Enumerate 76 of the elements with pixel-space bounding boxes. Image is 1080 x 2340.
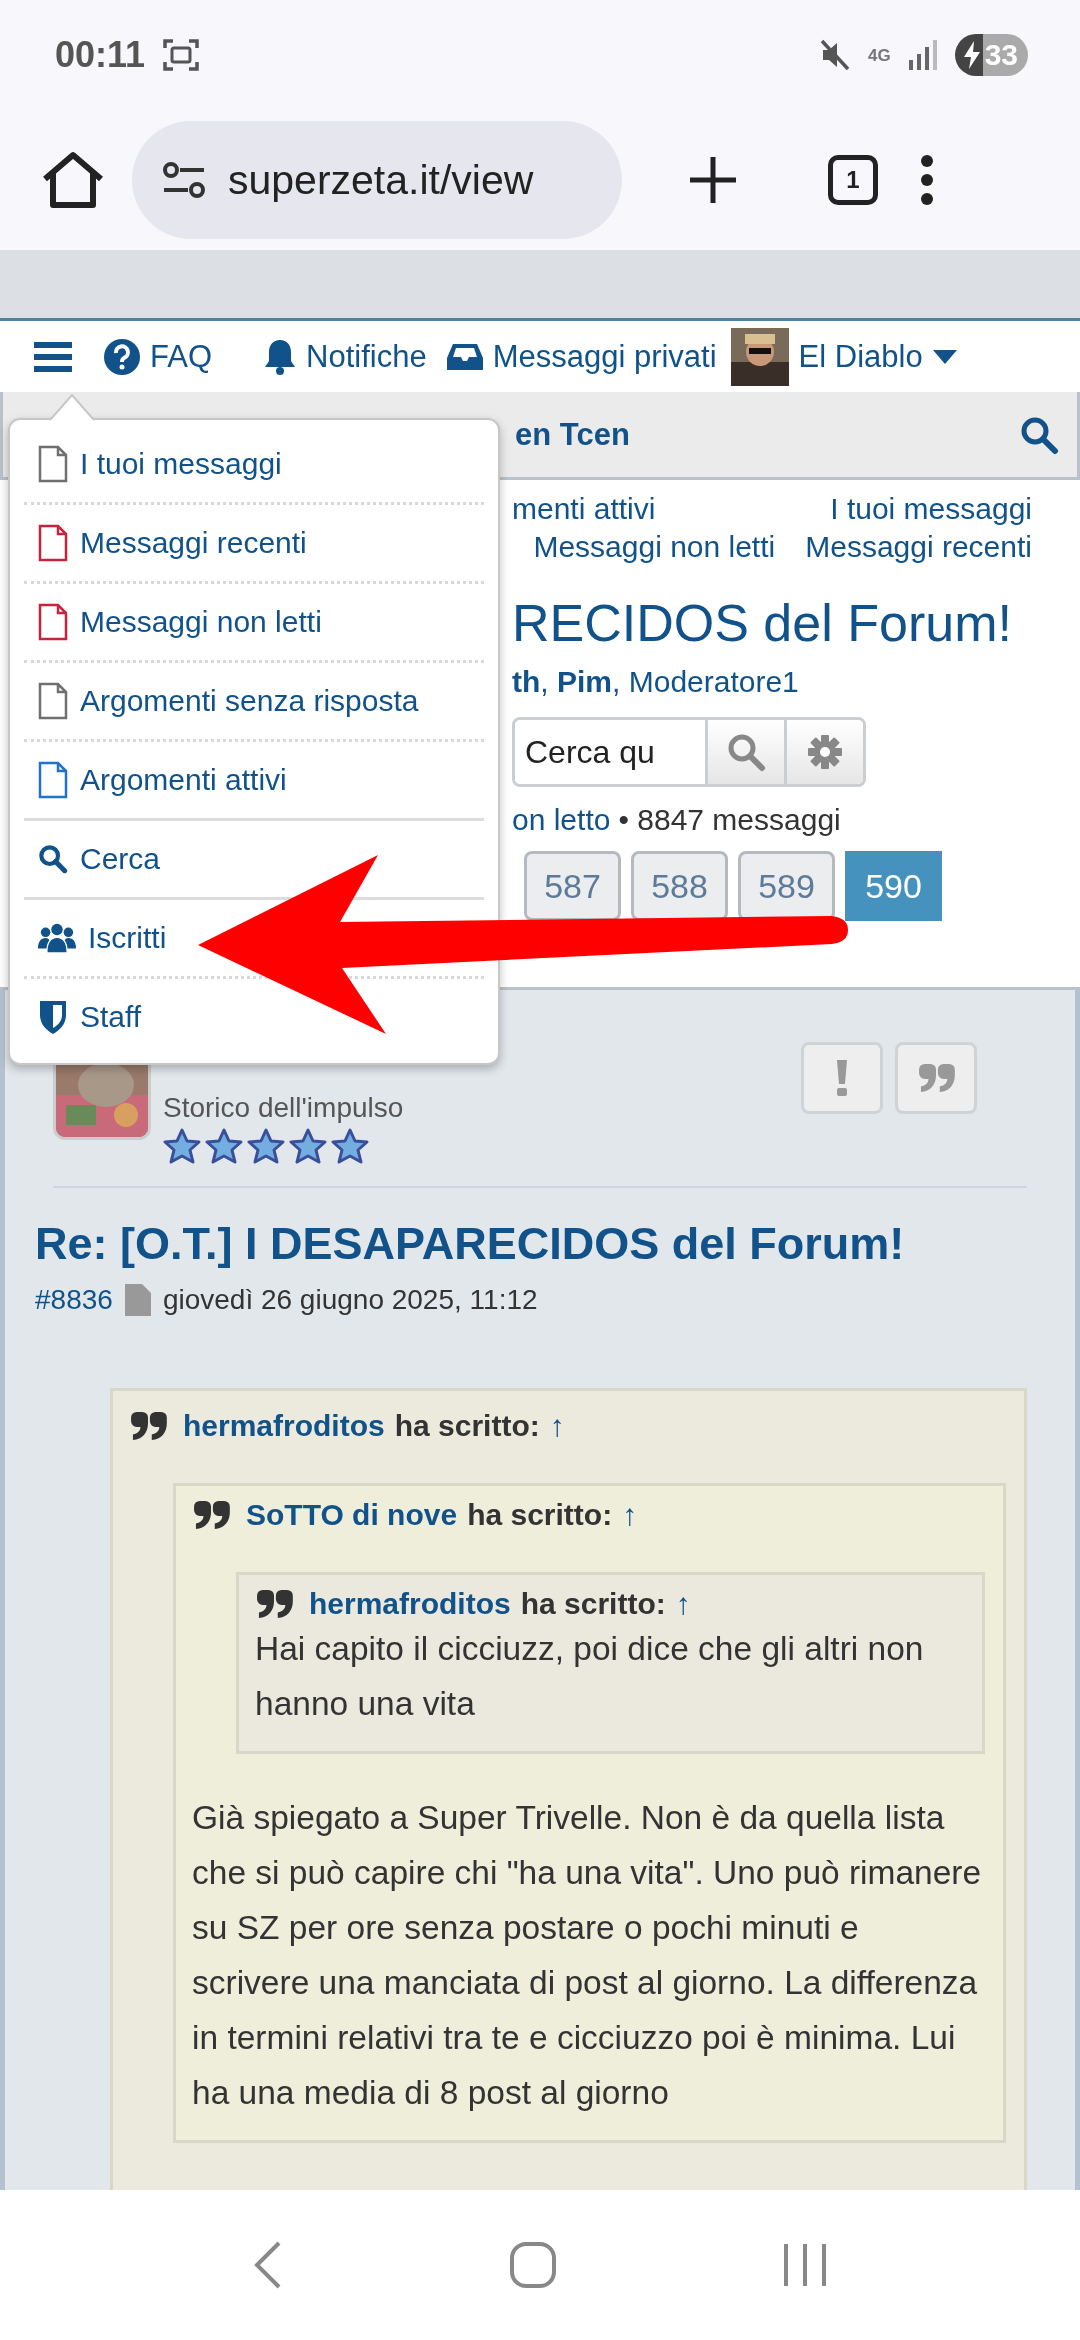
user-rank: Storico dell'impulso — [163, 1092, 404, 1124]
quote-icon — [917, 1062, 955, 1094]
jump-link[interactable]: ↑ — [622, 1498, 638, 1532]
bell-icon — [264, 337, 296, 376]
new-tab-icon[interactable] — [688, 155, 738, 205]
report-button[interactable] — [801, 1042, 883, 1114]
clock-time: 00:11 — [55, 34, 146, 76]
quote-author[interactable]: SoTTO di nove — [246, 1498, 458, 1532]
quick-link[interactable]: menti attivi — [512, 490, 656, 528]
address-bar[interactable]: superzeta.it/view — [132, 121, 622, 239]
search-icon[interactable] — [726, 732, 766, 772]
charging-icon — [962, 41, 981, 69]
quote-icon — [129, 1410, 167, 1442]
quick-link[interactable]: I tuoi messaggi — [830, 490, 1032, 528]
shield-icon — [38, 998, 68, 1036]
menu-item[interactable]: Messaggi recenti — [24, 505, 307, 581]
topic-title[interactable]: RECIDOS del Forum! — [512, 591, 1032, 655]
menu-item[interactable]: Argomenti attivi — [24, 742, 287, 818]
post-title[interactable]: Re: [O.T.] I DESAPARECIDOS del Forum! — [35, 1218, 1045, 1270]
screenshot-icon — [163, 38, 200, 72]
quote-label: ha scritto: — [394, 1409, 540, 1443]
moderator-list: th, Pim, Moderatore1 — [512, 665, 1032, 699]
post-number[interactable]: #8836 — [35, 1284, 113, 1316]
menu-icon[interactable] — [34, 340, 72, 373]
star-icon — [331, 1128, 369, 1166]
menu-item[interactable]: Messaggi non letti — [24, 584, 322, 660]
search-bar[interactable]: Cerca qu — [512, 717, 866, 787]
more-icon[interactable] — [920, 154, 934, 206]
private-messages-link[interactable]: Messaggi privati — [446, 338, 717, 375]
notifications-link[interactable]: Notifiche — [264, 337, 427, 376]
page-button[interactable]: 587 — [524, 851, 621, 921]
menu-item[interactable]: Argomenti senza risposta — [24, 663, 419, 739]
quote-label: ha scritto: — [467, 1498, 613, 1532]
recent-apps-icon[interactable] — [783, 2242, 827, 2288]
post-date: giovedì 26 giugno 2025, 11:12 — [162, 1284, 538, 1316]
back-icon[interactable] — [253, 2240, 283, 2290]
quote-button[interactable] — [895, 1042, 977, 1114]
menu-item[interactable]: Cerca — [24, 821, 161, 897]
menu-item[interactable]: Iscritti — [24, 900, 167, 976]
jump-link[interactable]: ↑ — [675, 1587, 691, 1621]
mute-icon — [819, 39, 850, 71]
unread-link[interactable]: on letto — [512, 803, 611, 837]
caret-icon — [932, 349, 957, 364]
jump-link[interactable]: ↑ — [549, 1409, 565, 1443]
quote-label: ha scritto: — [520, 1587, 666, 1621]
inbox-icon — [446, 341, 483, 372]
quote-author[interactable]: hermafroditos — [309, 1587, 511, 1621]
tune-icon[interactable] — [162, 161, 206, 199]
home-icon[interactable] — [40, 151, 106, 209]
exclamation-icon — [836, 1060, 848, 1096]
forum-title[interactable]: en Tcen — [515, 416, 630, 453]
help-icon — [104, 338, 140, 375]
user-menu[interactable]: El Diablo — [730, 327, 957, 386]
quick-link[interactable]: Messaggi non letti — [533, 528, 776, 566]
page-button[interactable]: 588 — [631, 851, 728, 921]
star-icon — [247, 1128, 285, 1166]
quote-icon — [255, 1588, 293, 1620]
document-icon[interactable] — [124, 1284, 151, 1316]
battery-level: 33 — [954, 34, 1028, 76]
quote-text: Già spiegato a Super Trivelle. Non è da quella lista che si può capire chi "ha una vita". Uno può rimanere su SZ per ore senza postare o pochi minuti e scrivere una manciata di post al giorno. La differenza in termini relativi tra te e cicciuzzo poi è minima. Lui ha una media di 8 post al giorno — [192, 1798, 983, 2113]
star-icon — [163, 1128, 201, 1166]
quote-text: Hai capito il cicciuzz, poi dice che gli altri non hanno una vita — [255, 1629, 925, 1724]
menu-item[interactable]: Staff — [24, 979, 142, 1055]
tab-count[interactable]: 1 — [828, 155, 878, 205]
gear-icon[interactable] — [807, 734, 843, 770]
star-icon — [205, 1128, 243, 1166]
quote-author[interactable]: hermafroditos — [183, 1409, 385, 1443]
home-button-icon[interactable] — [509, 2241, 557, 2289]
quote-icon — [192, 1499, 230, 1531]
star-icon — [289, 1128, 327, 1166]
network-type: 4G — [867, 46, 891, 64]
signal-icon — [908, 40, 937, 70]
menu-item[interactable]: I tuoi messaggi — [24, 426, 282, 502]
quick-link[interactable]: Messaggi recenti — [805, 528, 1032, 566]
post-count: • 8847 messaggi — [618, 803, 841, 837]
faq-link[interactable]: FAQ — [104, 338, 212, 375]
